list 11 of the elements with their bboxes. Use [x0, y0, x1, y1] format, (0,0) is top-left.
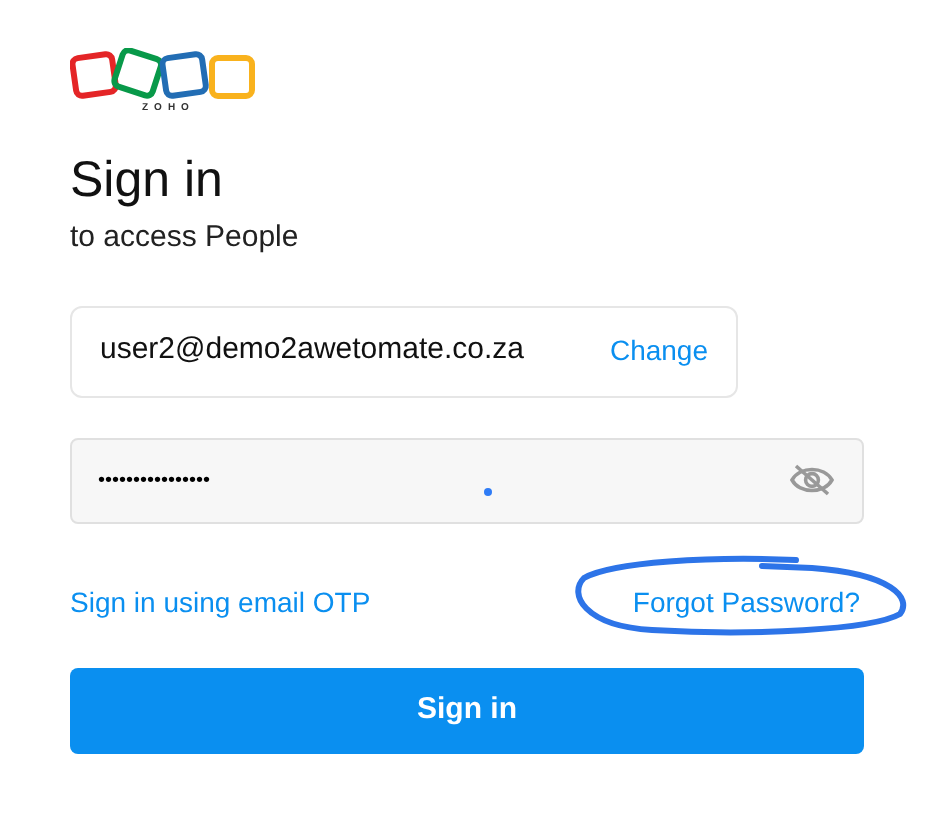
- text-link[interactable]: Forgot Password?: [632, 585, 860, 617]
- eye-slash-icon[interactable]: [788, 462, 836, 498]
- password-field[interactable]: ••••••••••••••••: [70, 437, 864, 523]
- change-link[interactable]: Change: [609, 330, 708, 372]
- email-value: user2@demo2awetomate.co.za: [100, 330, 525, 371]
- sign-in-button[interactable]: Sign in: [70, 667, 864, 753]
- password-value: ••••••••••••••••: [98, 467, 211, 495]
- page-title: Sign in: [70, 150, 225, 210]
- email-field[interactable]: user2@demo2awetomate.co.za Change: [70, 305, 738, 397]
- text-link[interactable]: Sign in using email OTP: [70, 585, 371, 617]
- subtitle: to access People: [70, 218, 301, 258]
